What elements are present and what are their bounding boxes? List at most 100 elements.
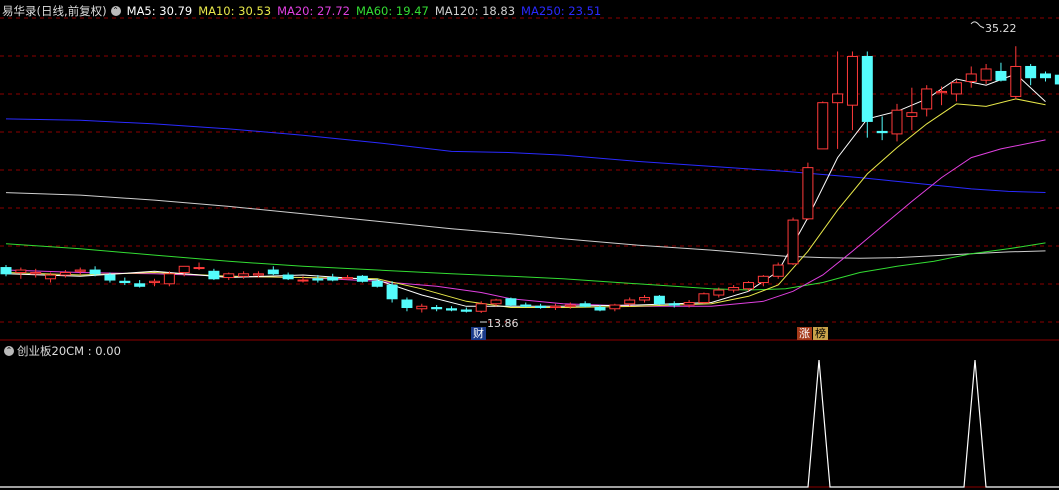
candle-body (1010, 65, 1022, 97)
candle-body (1025, 65, 1037, 79)
candle (817, 101, 829, 150)
candle (505, 297, 517, 307)
candle-body (950, 82, 962, 95)
candle (238, 271, 250, 279)
candle-body (475, 303, 487, 312)
candle (728, 285, 740, 293)
price-grid (0, 17, 1059, 323)
high-price-label: 35.22 (985, 22, 1017, 35)
candle-body (59, 272, 71, 276)
candle-body (119, 280, 131, 284)
ma-line-ma120 (5, 192, 1046, 259)
candle-body (817, 102, 829, 150)
candle-body (282, 274, 294, 280)
candle (549, 303, 561, 311)
candle (787, 217, 799, 266)
candle-body (134, 283, 146, 287)
ma5-label: MA5: 30.79 (126, 4, 193, 18)
candle (846, 51, 858, 131)
candle (639, 295, 651, 303)
candle (995, 62, 1007, 82)
candle-body (639, 297, 651, 301)
candle-body (446, 308, 457, 311)
candle-body (416, 305, 428, 310)
candle-body (698, 293, 710, 304)
candle-body (549, 305, 561, 309)
candle-body (713, 289, 725, 296)
candle-body (252, 273, 264, 276)
candle (342, 275, 354, 281)
candle-body (906, 112, 918, 117)
candle-body (490, 299, 502, 305)
collapse-icon[interactable]: ⌃ (4, 346, 14, 356)
stock-name[interactable]: 易华录 (2, 3, 37, 19)
candle (327, 273, 339, 282)
finance-badge[interactable]: 财 (471, 327, 486, 340)
candle (579, 301, 591, 308)
ma-line-ma5 (5, 73, 1046, 307)
ma20-label: MA20: 27.72 (277, 4, 350, 18)
candle (59, 270, 71, 278)
sub-panel-header: ⌃ 创业板20CM : 0.00 (2, 343, 121, 359)
candle (223, 272, 235, 281)
candle-body (342, 277, 354, 280)
kline-chart[interactable]: 35.22 13.86 (0, 0, 1059, 490)
candle-body (312, 278, 324, 281)
candle (149, 278, 160, 287)
candle-body (163, 273, 175, 285)
candle (520, 302, 532, 308)
candle-body (0, 267, 12, 275)
signal-line (0, 359, 1059, 488)
candle-body (15, 269, 27, 274)
candle (936, 86, 948, 106)
candle-body (223, 273, 235, 279)
candle-body (267, 269, 279, 275)
candle (832, 51, 844, 149)
sub-panel-value: 0.00 (95, 344, 121, 358)
candle-body (535, 305, 547, 309)
candle-body (238, 273, 250, 277)
collapse-icon[interactable]: ⌃ (110, 6, 121, 16)
candle-body (980, 68, 992, 81)
low-price-label: 13.86 (487, 317, 519, 330)
ma-line-ma10 (5, 98, 1046, 308)
candle (1010, 46, 1022, 99)
candle (965, 66, 977, 88)
candle-body (683, 302, 695, 306)
candle-body (564, 304, 576, 307)
candle (30, 268, 42, 278)
candle-body (30, 272, 42, 275)
moving-average-lines (5, 73, 1046, 308)
candle (861, 51, 873, 138)
sub-panel-sep: : (84, 344, 96, 358)
candle-body (149, 280, 160, 284)
sub-indicator-signal (0, 359, 1059, 488)
candle (802, 162, 814, 221)
limit-up-badge[interactable]: 涨 (797, 327, 812, 340)
candle-body (653, 295, 665, 305)
candle-body (89, 269, 101, 275)
candle-body (356, 275, 368, 282)
ma250-label: MA250: 23.51 (521, 4, 602, 18)
candle (193, 262, 205, 271)
candle (772, 262, 784, 279)
candle (401, 297, 413, 312)
period-label: (日线,前复权) (36, 4, 107, 18)
candle-body (787, 219, 799, 265)
candle (980, 63, 992, 84)
candle-body (624, 299, 636, 305)
candle-body (520, 304, 532, 307)
candle-body (1054, 74, 1059, 85)
candle-body (505, 298, 517, 306)
ranking-badge[interactable]: 榜 (813, 327, 828, 340)
candle-body (460, 309, 472, 312)
candle-body (371, 280, 383, 287)
sub-panel-title: 创业板20CM (17, 344, 85, 358)
candle-body (74, 269, 86, 272)
candle-body (668, 303, 680, 306)
candle (1040, 71, 1051, 82)
candle-body (386, 284, 398, 300)
candle-body (297, 279, 309, 282)
candle-body (579, 303, 591, 307)
ma-line-ma60 (5, 242, 1046, 291)
